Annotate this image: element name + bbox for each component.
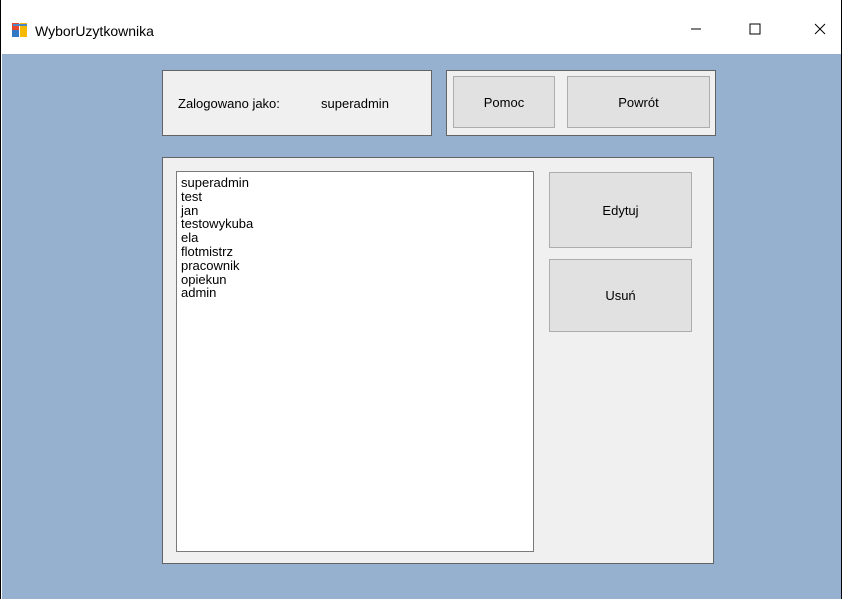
list-item[interactable]: pracownik <box>181 258 533 273</box>
title-bar[interactable]: WyborUzytkownika <box>1 0 841 54</box>
minimize-button[interactable] <box>673 10 719 50</box>
close-icon <box>814 23 826 38</box>
list-item[interactable]: ela <box>181 231 533 245</box>
logged-in-label: Zalogowano jako: <box>178 96 280 111</box>
list-item[interactable]: jan <box>181 203 533 218</box>
maximize-icon <box>749 23 761 38</box>
logged-in-username: superadmin <box>321 96 389 111</box>
list-item[interactable]: superadmin <box>181 176 533 190</box>
list-item[interactable]: flotmistrz <box>181 245 533 259</box>
close-button[interactable] <box>797 10 842 50</box>
back-button[interactable]: Powrót <box>567 76 710 128</box>
minimize-icon <box>690 23 702 38</box>
list-item[interactable]: admin <box>181 286 533 300</box>
delete-user-button[interactable]: Usuń <box>549 259 692 332</box>
window-title: WyborUzytkownika <box>35 23 154 39</box>
list-item[interactable]: testowykuba <box>181 217 533 231</box>
list-item[interactable]: opiekun <box>181 272 533 287</box>
list-item[interactable]: test <box>181 189 533 204</box>
windows-form-icon <box>12 22 28 38</box>
help-button[interactable]: Pomoc <box>453 76 555 128</box>
maximize-button[interactable] <box>732 10 778 50</box>
edit-user-button[interactable]: Edytuj <box>549 172 692 248</box>
user-listbox[interactable]: superadmin test jan testowykuba ela flot… <box>176 171 534 552</box>
